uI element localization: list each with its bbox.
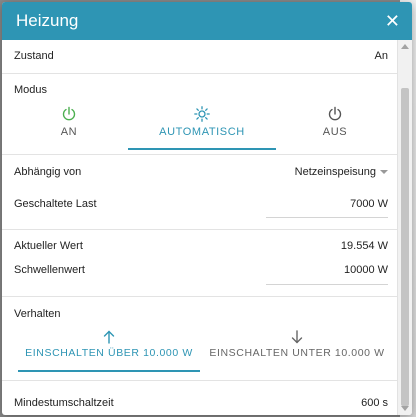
selected-indicator xyxy=(18,370,200,372)
current-value-label: Aktueller Wert xyxy=(14,240,83,252)
divider xyxy=(2,296,398,297)
dialog-body: Zustand An Modus AN AUTOMATISCH AUS Abhä… xyxy=(2,40,398,415)
power-icon xyxy=(62,106,76,121)
current-value: 19.554 W xyxy=(340,240,388,252)
behavior-label: Verhalten xyxy=(14,308,61,320)
load-row: Geschaltete Last 7000 W xyxy=(14,198,388,210)
min-switch-time-input[interactable]: 600 s xyxy=(361,397,388,409)
state-label: Zustand xyxy=(14,50,54,62)
dependency-select[interactable]: Netzeinspeisung xyxy=(295,166,388,178)
mode-auto-button[interactable]: AUTOMATISCH xyxy=(128,106,276,150)
power-icon xyxy=(328,106,342,121)
heating-dialog: Heizung ✕ Zustand An Modus AN AUTOMATISC… xyxy=(2,2,412,415)
arrow-down-icon xyxy=(291,330,303,344)
dependency-label: Abhängig von xyxy=(14,166,82,178)
switch-on-above-button[interactable]: EINSCHALTEN ÜBER 10.000 W xyxy=(18,330,200,372)
threshold-label: Schwellenwert xyxy=(14,264,85,276)
close-icon[interactable]: ✕ xyxy=(385,12,400,30)
selected-indicator xyxy=(128,148,276,150)
switch-on-below-label: EINSCHALTEN UNTER 10.000 W xyxy=(209,347,385,359)
scroll-down-icon[interactable] xyxy=(401,406,409,411)
mode-off-button[interactable]: AUS xyxy=(276,106,394,148)
threshold-input[interactable]: 10000 W xyxy=(344,264,388,276)
state-value: An xyxy=(374,50,388,62)
mode-off-label: AUS xyxy=(322,126,348,138)
mode-auto-label: AUTOMATISCH xyxy=(159,126,245,138)
state-row: Zustand An xyxy=(14,50,388,62)
chevron-down-icon xyxy=(380,170,388,174)
dialog-title: Heizung xyxy=(16,11,79,30)
load-input-underline xyxy=(266,217,388,218)
mode-label: Modus xyxy=(14,84,48,96)
min-switch-time-label: Mindestumschaltzeit xyxy=(14,397,114,409)
behavior-toggle-group: EINSCHALTEN ÜBER 10.000 W EINSCHALTEN UN… xyxy=(2,330,398,372)
switch-on-above-label: EINSCHALTEN ÜBER 10.000 W xyxy=(25,347,193,359)
arrow-up-icon xyxy=(103,330,115,344)
divider xyxy=(2,73,398,74)
dialog-header: Heizung ✕ xyxy=(2,2,412,40)
mode-toggle-group: AN AUTOMATISCH AUS xyxy=(2,106,398,150)
scrollbar-thumb[interactable] xyxy=(401,88,409,406)
threshold-row: Schwellenwert 10000 W xyxy=(14,264,388,276)
min-switch-time-row: Mindestumschaltzeit 600 s xyxy=(14,397,388,409)
mode-on-label: AN xyxy=(60,126,78,138)
dependency-row: Abhängig von Netzeinspeisung xyxy=(14,166,388,178)
sun-icon xyxy=(194,106,210,122)
mode-on-button[interactable]: AN xyxy=(10,106,128,148)
scroll-up-icon[interactable] xyxy=(401,44,409,49)
divider xyxy=(2,380,398,381)
switch-on-below-button[interactable]: EINSCHALTEN UNTER 10.000 W xyxy=(204,330,390,370)
divider xyxy=(2,229,398,230)
load-input[interactable]: 7000 W xyxy=(350,198,388,210)
current-value-row: Aktueller Wert 19.554 W xyxy=(14,240,388,252)
load-label: Geschaltete Last xyxy=(14,198,97,210)
dependency-value: Netzeinspeisung xyxy=(294,166,376,178)
threshold-input-underline xyxy=(266,284,388,285)
divider xyxy=(2,154,398,155)
scrollbar[interactable] xyxy=(397,40,412,415)
